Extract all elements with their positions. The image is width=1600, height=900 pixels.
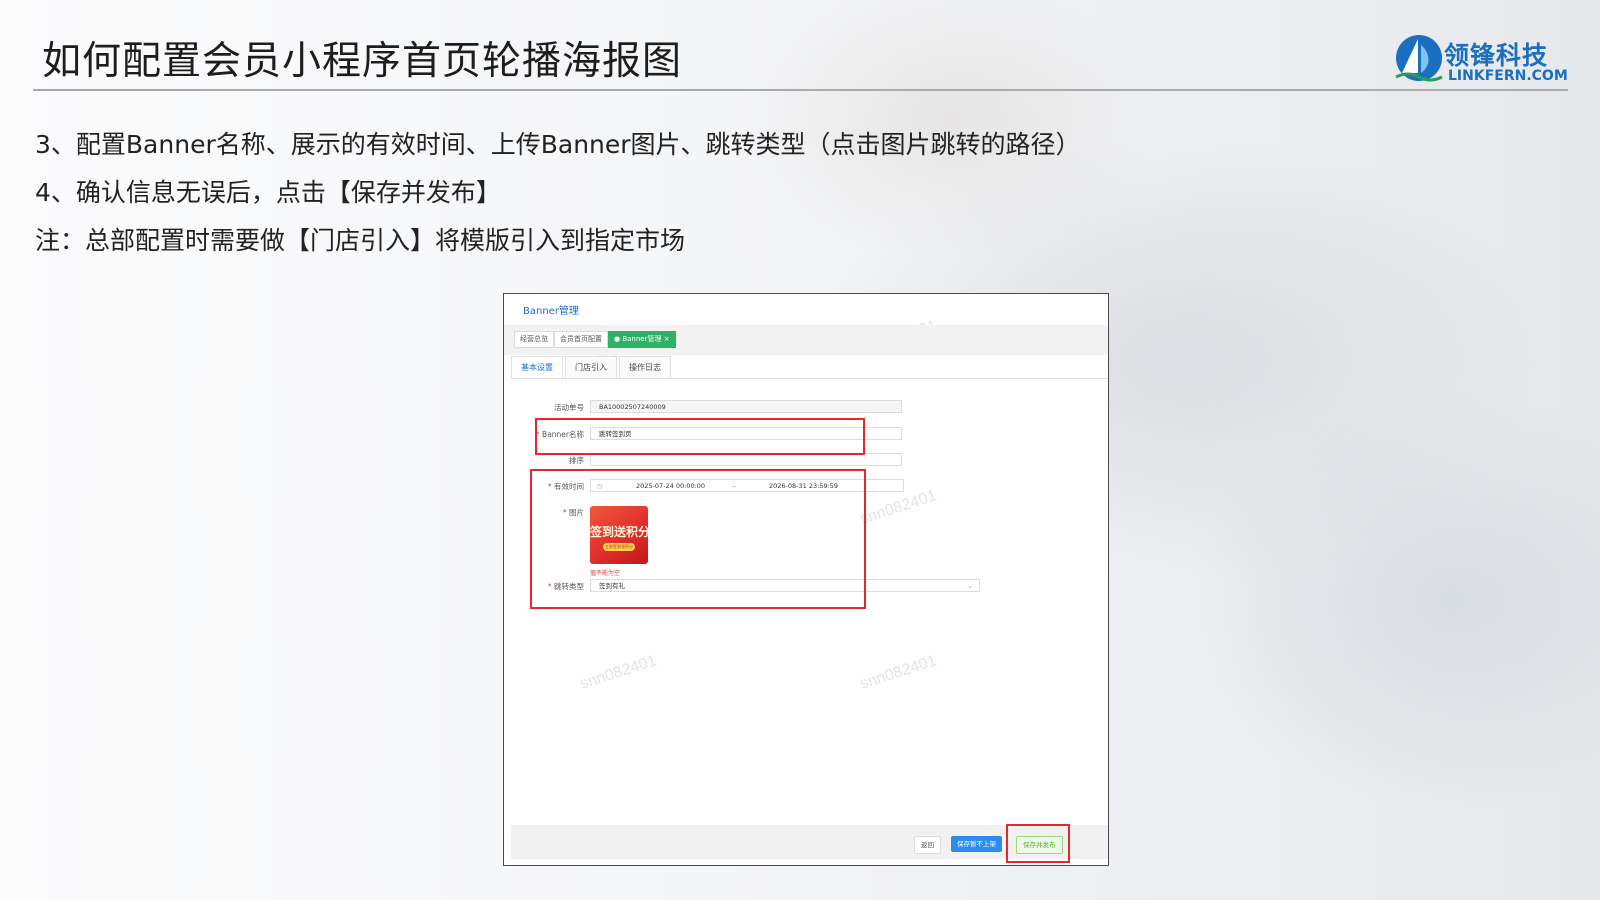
form-tabs: 基本设置 门店引入 操作日志 [511,356,1108,379]
company-logo: 领锋科技 LINKFERN.COM [1394,33,1574,88]
slide-title: 如何配置会员小程序首页轮播海报图 [42,39,683,84]
watermark: snn082401 [578,652,659,693]
tag-banner-management[interactable]: ● Banner管理 × [608,331,676,348]
embedded-admin-screenshot: snn082401 snn082401 snn082401 snn082401 … [503,293,1109,866]
highlight-box-details [530,469,866,609]
watermark: snn082401 [858,652,939,693]
tag-business-overview[interactable]: 经营总览 [514,331,554,348]
instruction-step-3: 3、配置Banner名称、展示的有效时间、上传Banner图片、跳转类型（点击图… [35,130,1081,159]
highlight-box-banner-name [535,418,865,455]
title-divider [33,89,1568,91]
tab-operation-log[interactable]: 操作日志 [619,356,671,378]
chevron-down-icon: ⌄ [967,582,973,590]
activity-no-label: 活动单号 [554,403,584,412]
instruction-note: 注：总部配置时需要做【门店引入】将模版引入到指定市场 [35,226,686,255]
tab-basic-settings[interactable]: 基本设置 [511,356,563,378]
save-without-publish-button[interactable]: 保存暂不上架 [951,836,1002,852]
logo-chinese-name: 领锋科技 [1444,41,1549,70]
tab-store-import[interactable]: 门店引入 [565,356,617,378]
tag-bar: 经营总览 会员首页配置 ● Banner管理 × [504,325,1108,355]
back-button[interactable]: 返回 [914,836,941,854]
highlight-box-publish [1006,824,1070,863]
logo-english-name: LINKFERN.COM [1448,68,1568,84]
watermark: snn082401 [858,487,939,528]
page-title: Banner管理 [523,306,579,317]
sail-logo-icon [1395,35,1443,82]
sort-label: 排序 [569,456,584,465]
tag-member-home-config[interactable]: 会员首页配置 [554,331,608,348]
instruction-step-4: 4、确认信息无误后，点击【保存并发布】 [35,178,501,207]
activity-no-field: BA10002507240009 [590,400,902,413]
